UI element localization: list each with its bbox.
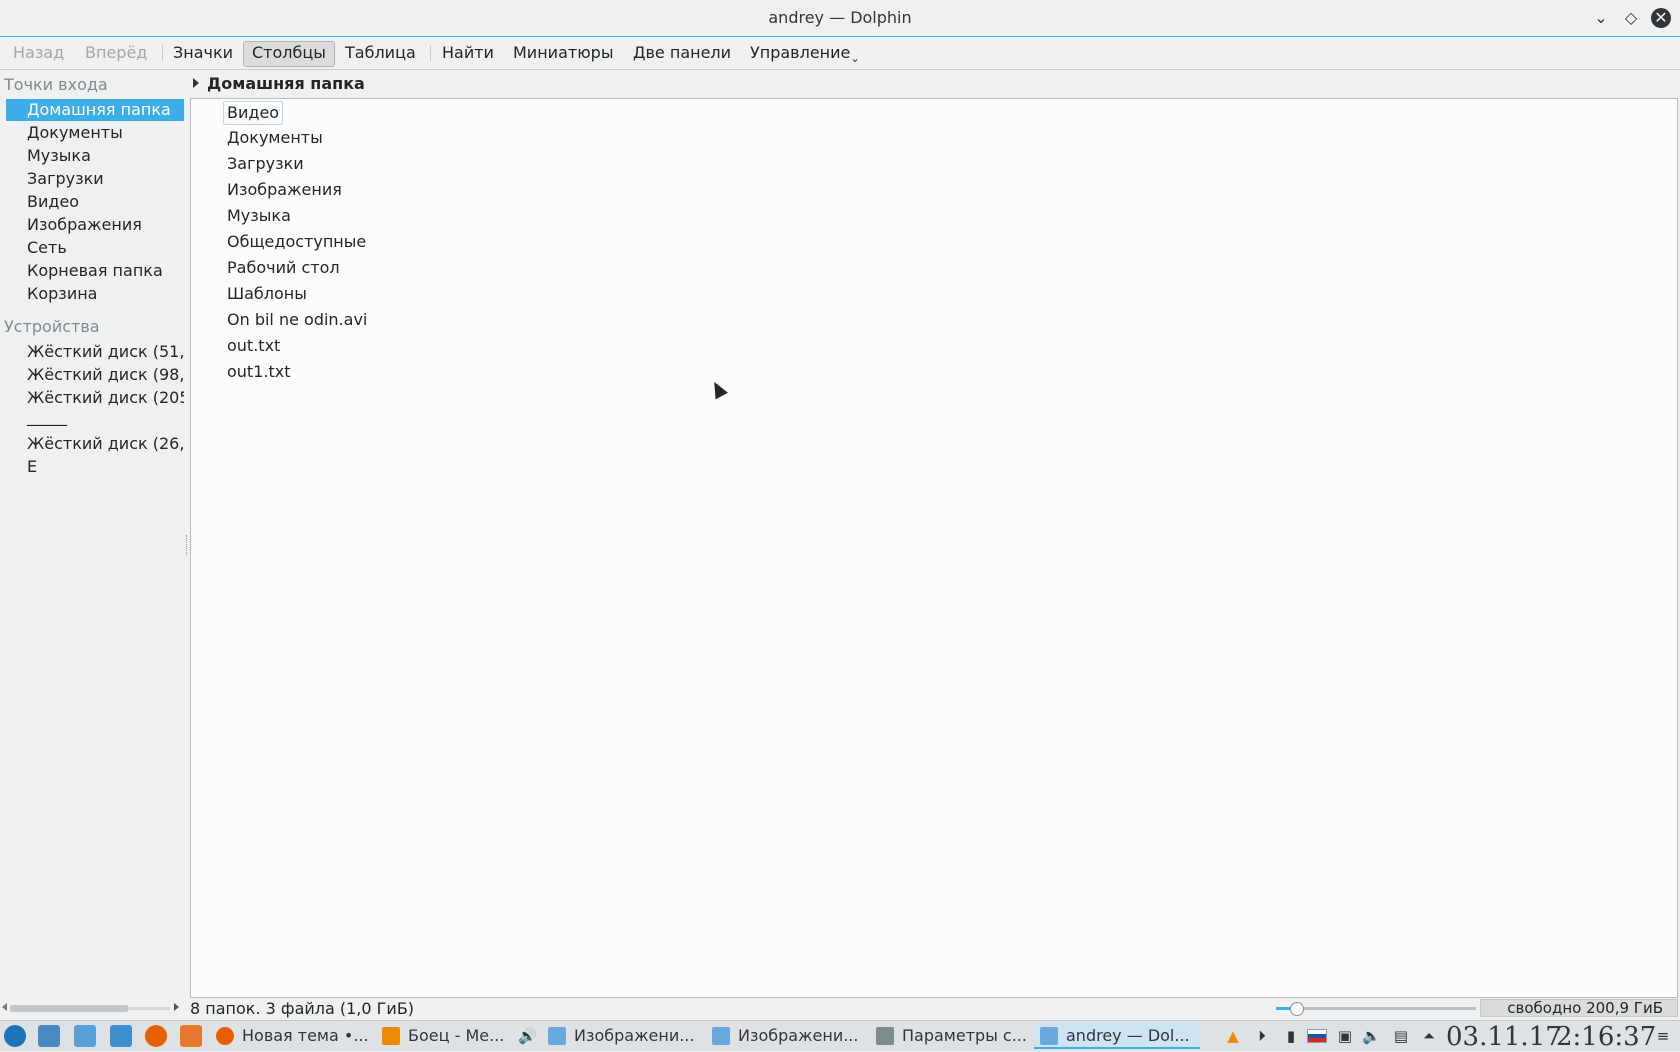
task-label: Изображени... — [574, 1026, 695, 1045]
file-manager-icon[interactable] — [74, 1025, 96, 1047]
status-bar: 8 папок. 3 файла (1,0 ГиБ) свободно 200,… — [0, 998, 1680, 1018]
find-button[interactable]: Найти — [434, 41, 502, 65]
task-label: andrey — Dol... — [1066, 1026, 1190, 1045]
file-item[interactable]: Музыка — [223, 205, 295, 227]
toolbar-separator — [162, 45, 163, 61]
window-title: andrey — Dolphin — [768, 8, 912, 27]
folder-icon — [712, 1027, 730, 1045]
zoom-slider[interactable] — [1276, 1002, 1476, 1016]
file-item[interactable]: Документы — [223, 127, 327, 149]
vlc-tray-icon[interactable]: ▲ — [1224, 1027, 1242, 1045]
show-desktop-icon[interactable] — [38, 1025, 60, 1047]
devices-header: Устройства — [4, 317, 100, 336]
task-firefox[interactable]: Новая тема •... — [210, 1023, 376, 1049]
taskbar-date[interactable]: 03.11.17 — [1446, 1022, 1562, 1052]
breadcrumb-expand-icon[interactable] — [193, 78, 199, 88]
entry-points-header: Точки входа — [4, 75, 108, 94]
file-item[interactable]: Рабочий стол — [223, 257, 344, 279]
presentation-app-icon[interactable] — [180, 1025, 202, 1047]
back-button[interactable]: Назад — [5, 41, 72, 65]
task-images-2[interactable]: Изображени... — [706, 1023, 870, 1049]
task-dolphin[interactable]: andrey — Dol... — [1034, 1023, 1200, 1049]
keyboard-layout-flag-icon[interactable] — [1307, 1027, 1327, 1045]
place-network[interactable]: Сеть — [6, 237, 184, 259]
folder-icon — [548, 1027, 566, 1045]
vlc-icon — [382, 1027, 400, 1045]
places-panel: Точки входа Домашняя папка Документы Муз… — [0, 70, 188, 1005]
places-horizontal-scrollbar[interactable] — [0, 1003, 180, 1013]
firefox-icon — [216, 1027, 234, 1045]
device-disk-4[interactable]: Жёсткий диск (26, — [6, 433, 184, 455]
audio-playing-icon: 🔊 — [518, 1027, 537, 1045]
maximize-icon[interactable]: ◇ — [1621, 8, 1641, 28]
task-label: Боец - Ме... — [408, 1026, 505, 1045]
place-documents[interactable]: Документы — [6, 122, 184, 144]
volume-icon[interactable]: 🔈 — [1362, 1027, 1381, 1045]
usb-device-icon[interactable]: ▮ — [1282, 1027, 1300, 1045]
folder-icon — [1040, 1027, 1058, 1045]
network-icon[interactable]: ▣ — [1336, 1027, 1354, 1045]
task-images-1[interactable]: Изображени... — [542, 1023, 706, 1049]
file-item[interactable]: Общедоступные — [223, 231, 370, 253]
scroll-thumb[interactable] — [10, 1005, 128, 1012]
window-titlebar[interactable]: andrey — Dolphin ⌄ ◇ ✕ — [0, 0, 1680, 37]
clipboard-icon[interactable]: ▤ — [1392, 1027, 1410, 1045]
settings-icon — [876, 1027, 894, 1045]
taskbar: Новая тема •... Боец - Ме... 🔊 Изображен… — [0, 1020, 1680, 1052]
file-item[interactable]: On bil ne odin.avi — [223, 309, 371, 331]
control-menu-button[interactable]: Управление⌄ — [742, 41, 868, 65]
task-label: Новая тема •... — [242, 1026, 369, 1045]
free-space-indicator: свободно 200,9 ГиБ — [1480, 999, 1678, 1017]
icons-view-button[interactable]: Значки — [165, 41, 241, 65]
file-item[interactable]: Изображения — [223, 179, 346, 201]
breadcrumb-home[interactable]: Домашняя папка — [207, 74, 365, 93]
application-menu-icon[interactable] — [4, 1025, 26, 1047]
dropdown-indicator-icon: ⌄ — [850, 52, 860, 65]
file-item[interactable]: Видео — [223, 101, 284, 125]
close-icon[interactable]: ✕ — [1651, 8, 1671, 28]
file-item[interactable]: out1.txt — [223, 361, 294, 383]
task-label: Изображени... — [738, 1026, 859, 1045]
zoom-slider-handle[interactable] — [1290, 1002, 1304, 1016]
place-videos[interactable]: Видео — [6, 191, 184, 213]
device-disk-4-label[interactable]: E — [6, 456, 184, 478]
place-root[interactable]: Корневая папка — [6, 260, 184, 282]
status-summary: 8 папок. 3 файла (1,0 ГиБ) — [190, 999, 415, 1018]
minimize-icon[interactable]: ⌄ — [1591, 8, 1611, 28]
media-player-icon[interactable]: ⏵ — [1253, 1027, 1271, 1045]
panel-splitter-handle[interactable] — [186, 535, 189, 555]
task-settings[interactable]: Параметры с... — [870, 1023, 1034, 1049]
firefox-icon[interactable] — [145, 1025, 167, 1047]
breadcrumb[interactable]: Домашняя папка — [190, 70, 1680, 98]
file-item[interactable]: Загрузки — [223, 153, 308, 175]
file-item[interactable]: out.txt — [223, 335, 284, 357]
place-downloads[interactable]: Загрузки — [6, 168, 184, 190]
forward-button[interactable]: Вперёд — [77, 41, 155, 65]
control-menu-label: Управление — [750, 43, 851, 62]
place-pictures[interactable]: Изображения — [6, 214, 184, 236]
scroll-left-icon[interactable] — [2, 1003, 7, 1011]
toolbar-separator — [430, 45, 431, 61]
details-view-button[interactable]: Таблица — [337, 41, 424, 65]
split-view-button[interactable]: Две панели — [625, 41, 739, 65]
scroll-right-icon[interactable] — [174, 1003, 179, 1011]
previews-button[interactable]: Миниатюры — [505, 41, 621, 65]
file-view-column[interactable]: Видео Документы Загрузки Изображения Муз… — [190, 98, 1678, 998]
main-toolbar: Назад Вперёд Значки Столбцы Таблица Найт… — [0, 37, 1680, 70]
device-disk-2[interactable]: Жёсткий диск (98, — [6, 364, 184, 386]
device-disk-3-underline: _____ — [27, 407, 67, 426]
expand-tray-icon[interactable]: ⏶ — [1420, 1027, 1438, 1045]
place-home[interactable]: Домашняя папка — [6, 99, 184, 121]
place-music[interactable]: Музыка — [6, 145, 184, 167]
taskbar-time[interactable]: 2:16:37 — [1556, 1022, 1656, 1052]
task-label: Параметры с... — [902, 1026, 1027, 1045]
columns-view-button[interactable]: Столбцы — [243, 41, 335, 67]
text-editor-icon[interactable] — [110, 1025, 132, 1047]
hamburger-menu-icon[interactable]: ≡ — [1654, 1027, 1672, 1045]
file-item[interactable]: Шаблоны — [223, 283, 311, 305]
place-trash[interactable]: Корзина — [6, 283, 184, 305]
device-disk-1[interactable]: Жёсткий диск (51, — [6, 341, 184, 363]
